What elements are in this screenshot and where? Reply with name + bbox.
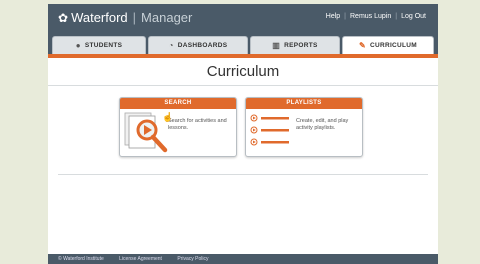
search-card[interactable]: SEARCH Search for activities and lessons…	[119, 97, 237, 157]
tab-label: DASHBOARDS	[177, 42, 228, 49]
tab-reports[interactable]: ▥ REPORTS	[250, 36, 340, 54]
app-window: ✿ Waterford | Manager Help | Remus Lupin…	[48, 4, 438, 264]
top-links: Help | Remus Lupin | Log Out	[322, 13, 430, 20]
brand-logo[interactable]: ✿ Waterford | Manager	[58, 10, 192, 25]
playlists-card[interactable]: PLAYLISTS Create, edit, and play activit…	[245, 97, 363, 157]
tab-label: CURRICULUM	[369, 42, 418, 49]
search-card-text: Search for activities and lessons.	[168, 118, 227, 131]
curriculum-icon: ✎	[358, 41, 366, 50]
brand-name: Waterford	[71, 10, 128, 25]
product-name: Manager	[141, 10, 193, 25]
license-link[interactable]: License Agreement	[119, 256, 162, 262]
content-divider	[58, 174, 428, 175]
copyright-text: © Waterford Institute	[58, 256, 104, 262]
privacy-link[interactable]: Privacy Policy	[177, 256, 208, 262]
tab-label: STUDENTS	[84, 42, 123, 49]
tab-strip: ● STUDENTS ◔ DASHBOARDS ▥ REPORTS ✎ CURR…	[48, 33, 438, 54]
dashboards-icon: ◔	[168, 41, 174, 50]
reports-icon: ▥	[272, 41, 281, 50]
tab-label: REPORTS	[284, 42, 318, 49]
students-icon: ●	[75, 41, 81, 50]
playlist-icon	[250, 114, 289, 146]
hand-cursor-icon: ☝	[162, 112, 174, 122]
tab-dashboards[interactable]: ◔ DASHBOARDS	[148, 36, 248, 54]
top-bar: ✿ Waterford | Manager Help | Remus Lupin…	[48, 4, 438, 33]
logout-link[interactable]: Log Out	[397, 13, 430, 20]
flower-icon: ✿	[58, 10, 69, 25]
title-divider	[48, 85, 438, 86]
playlists-card-header: PLAYLISTS	[246, 98, 362, 109]
brand-separator: |	[132, 10, 137, 25]
footer: © Waterford Institute License Agreement …	[48, 254, 438, 264]
page-title: Curriculum	[206, 63, 280, 80]
search-card-header: SEARCH	[120, 98, 236, 109]
tab-curriculum[interactable]: ✎ CURRICULUM	[342, 36, 434, 54]
help-link[interactable]: Help	[322, 13, 344, 20]
main-content: Curriculum SEARCH Search for activities …	[48, 58, 438, 248]
playlists-card-text: Create, edit, and play activity playlist…	[296, 118, 349, 131]
user-link[interactable]: Remus Lupin	[346, 13, 395, 20]
tab-students[interactable]: ● STUDENTS	[52, 36, 146, 54]
